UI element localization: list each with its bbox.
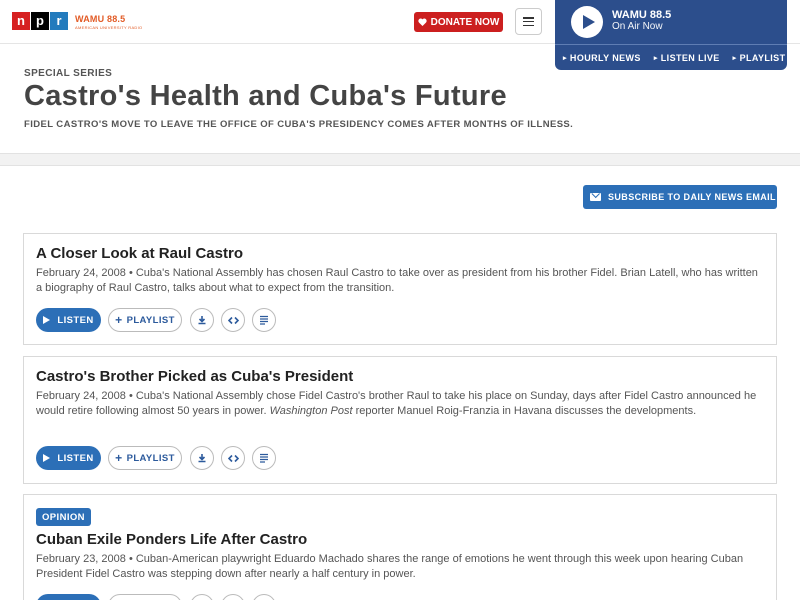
listen-live-link[interactable]: ▸ LISTEN LIVE [654, 53, 720, 63]
listen-label: LISTEN [57, 314, 94, 326]
story-actions: LISTEN + PLAYLIST [36, 446, 283, 470]
plus-icon: + [115, 451, 123, 465]
story-teaser: February 24, 2008 • Cuba's National Asse… [36, 389, 766, 419]
station-logo[interactable]: WAMU 88.5 AMERICAN UNIVERSITY RADIO [75, 14, 142, 30]
menu-button[interactable] [515, 8, 542, 35]
play-icon [43, 454, 51, 462]
hourly-news-link[interactable]: ▸ HOURLY NEWS [563, 53, 641, 63]
npr-logo-r: r [50, 12, 68, 30]
add-to-playlist-button[interactable]: + PLAYLIST [108, 446, 182, 470]
listen-button[interactable]: LISTEN [36, 446, 101, 470]
add-to-playlist-button[interactable]: + PLAYLIST [108, 308, 182, 332]
download-button[interactable] [190, 308, 214, 332]
transcript-button[interactable] [252, 446, 276, 470]
embed-icon [227, 454, 239, 462]
story-title[interactable]: A Closer Look at Raul Castro [36, 245, 243, 262]
page-title: Castro's Health and Cuba's Future [24, 80, 507, 112]
story-card: A Closer Look at Raul Castro February 24… [23, 233, 777, 345]
live-player: WAMU 88.5 On Air Now ▸ HOURLY NEWS ▸ LIS… [555, 0, 787, 70]
play-icon [582, 15, 595, 29]
story-teaser: February 23, 2008 • Cuban-American playw… [36, 552, 766, 582]
player-status: On Air Now [612, 21, 663, 32]
donate-label: DONATE NOW [430, 16, 500, 28]
story-teaser-text: • Cuban-American playwright Eduardo Mach… [36, 553, 744, 580]
caret-right-icon: ▸ [653, 54, 658, 62]
story-teaser-text: • Cuba's National Assembly has chosen Ra… [36, 267, 758, 294]
caret-right-icon: ▸ [563, 54, 567, 62]
story-card: OPINION Cuban Exile Ponders Life After C… [23, 494, 777, 600]
caret-right-icon: ▸ [732, 54, 737, 62]
story-teaser-text: reporter Manuel Roig-Franzia in Havana d… [352, 405, 697, 417]
mail-icon [590, 193, 601, 201]
npr-logo-n: n [12, 12, 30, 30]
plus-icon: + [115, 313, 123, 327]
station-logo-sub: AMERICAN UNIVERSITY RADIO [75, 25, 143, 30]
story-card: Castro's Brother Picked as Cuba's Presid… [23, 356, 777, 484]
transcript-icon [260, 315, 268, 325]
story-date: February 23, 2008 [36, 553, 126, 565]
story-actions: LISTEN + PLAYLIST [36, 308, 283, 332]
embed-icon [227, 316, 239, 324]
play-button[interactable] [571, 6, 603, 38]
hamburger-icon [523, 17, 534, 26]
story-title[interactable]: Cuban Exile Ponders Life After Castro [36, 531, 307, 548]
player-links: ▸ HOURLY NEWS ▸ LISTEN LIVE ▸ PLAYLIST [555, 44, 787, 70]
npr-logo-p: p [31, 12, 49, 30]
page-subtitle: FIDEL CASTRO'S MOVE TO LEAVE THE OFFICE … [24, 119, 574, 130]
subscribe-button[interactable]: SUBSCRIBE TO DAILY NEWS EMAIL [583, 185, 777, 209]
playlist-label: PLAYLIST [126, 314, 175, 326]
download-button[interactable] [190, 446, 214, 470]
transcript-button[interactable] [252, 594, 276, 600]
embed-button[interactable] [221, 594, 245, 600]
transcript-button[interactable] [252, 308, 276, 332]
listen-live-label: LISTEN LIVE [660, 52, 720, 63]
station-logo-name: WAMU 88.5 [75, 14, 126, 24]
player-station: WAMU 88.5 [612, 9, 672, 21]
story-teaser: February 24, 2008 • Cuba's National Asse… [36, 266, 766, 296]
story-date: February 24, 2008 [36, 390, 126, 402]
story-title[interactable]: Castro's Brother Picked as Cuba's Presid… [36, 368, 353, 385]
series-kicker[interactable]: SPECIAL SERIES [24, 68, 112, 79]
embed-button[interactable] [221, 446, 245, 470]
section-divider [0, 153, 800, 166]
playlist-link[interactable]: ▸ PLAYLIST [733, 53, 786, 63]
download-icon [198, 316, 206, 325]
listen-button[interactable]: LISTEN [36, 594, 101, 600]
download-button[interactable] [190, 594, 214, 600]
npr-logo[interactable]: n p r [12, 12, 69, 30]
add-to-playlist-button[interactable]: + PLAYLIST [108, 594, 182, 600]
download-icon [198, 454, 206, 463]
playlist-label: PLAYLIST [739, 52, 786, 63]
embed-button[interactable] [221, 308, 245, 332]
heart-icon [418, 18, 427, 26]
opinion-badge[interactable]: OPINION [36, 508, 91, 526]
story-date: February 24, 2008 [36, 267, 126, 279]
subscribe-label: SUBSCRIBE TO DAILY NEWS EMAIL [608, 192, 776, 202]
donate-button[interactable]: DONATE NOW [414, 12, 503, 32]
listen-label: LISTEN [57, 452, 94, 464]
transcript-icon [260, 453, 268, 463]
play-icon [43, 316, 51, 324]
publication-name: Washington Post [269, 405, 353, 417]
story-actions: LISTEN + PLAYLIST [36, 594, 283, 600]
listen-button[interactable]: LISTEN [36, 308, 101, 332]
hourly-news-label: HOURLY NEWS [569, 52, 641, 63]
playlist-label: PLAYLIST [126, 452, 175, 464]
